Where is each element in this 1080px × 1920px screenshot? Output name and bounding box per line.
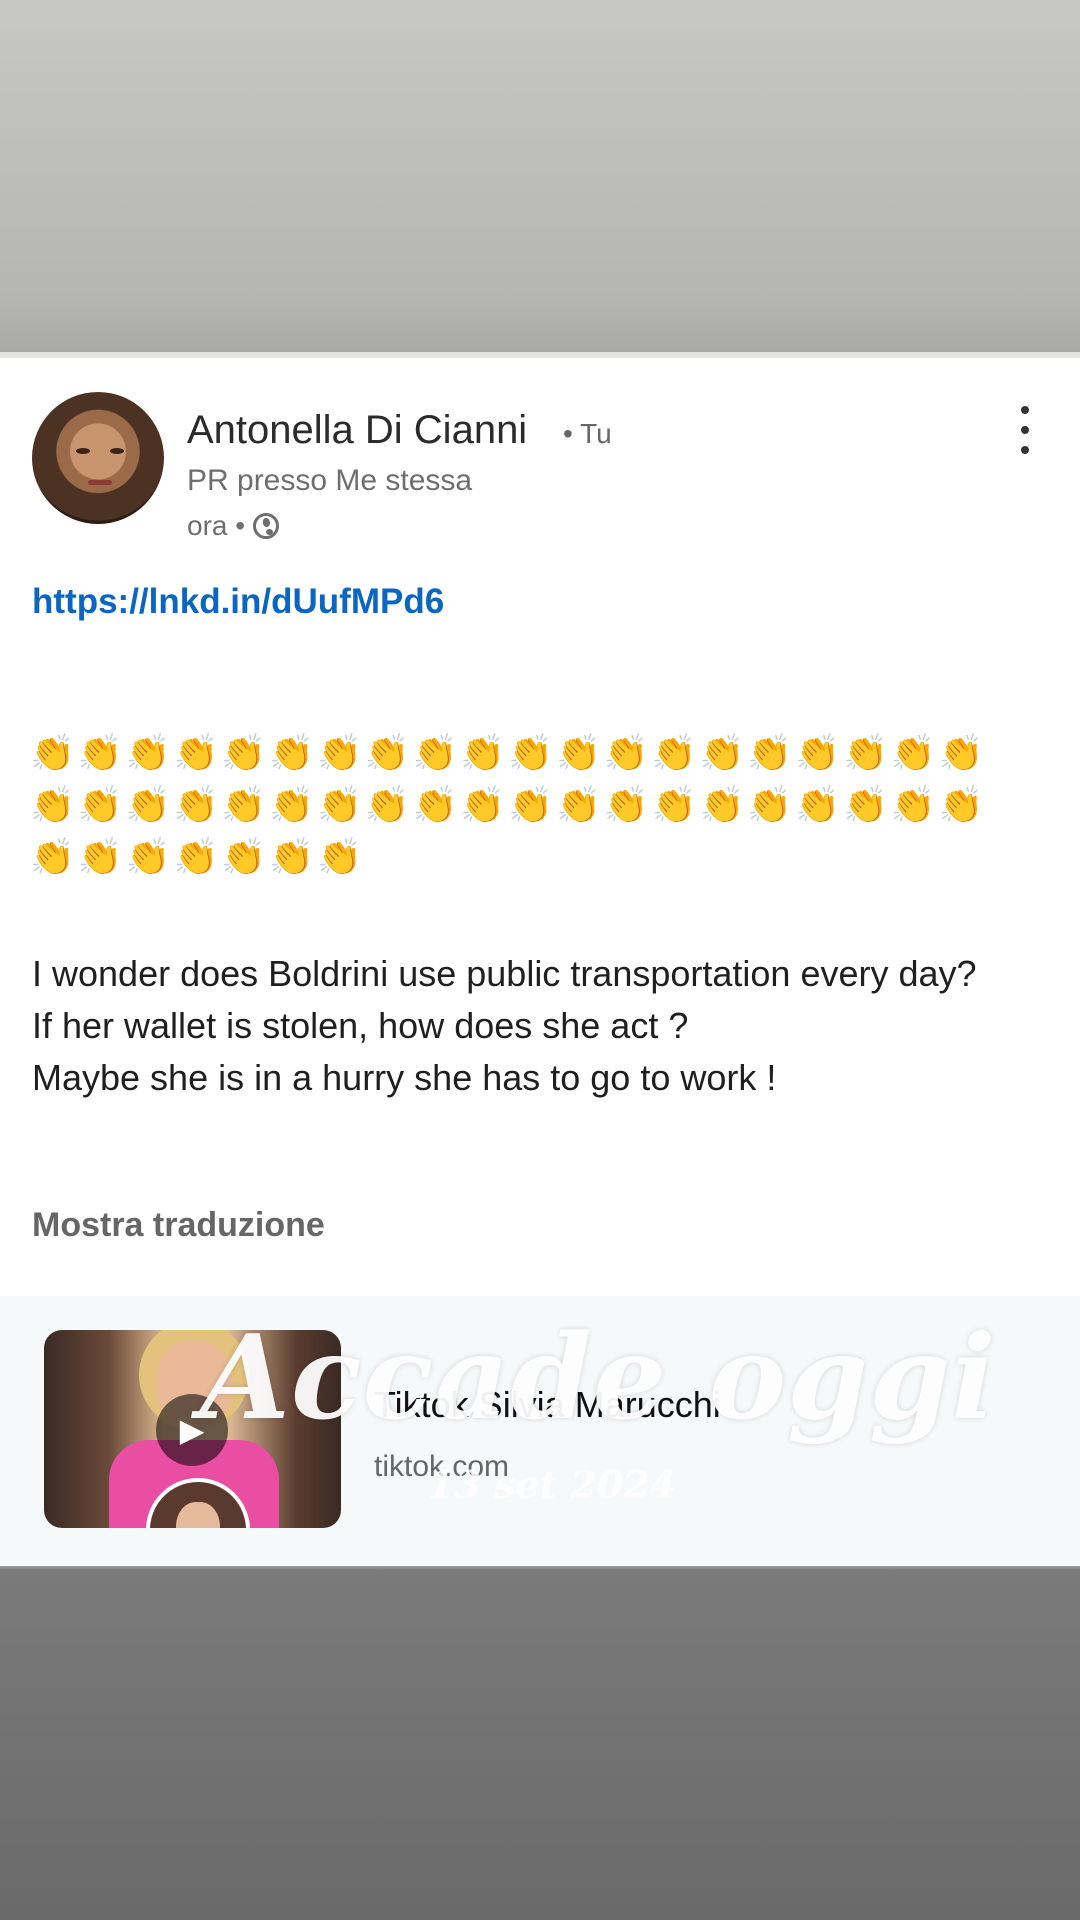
author-name[interactable]: Antonella Di Cianni (187, 408, 527, 453)
story-overlay-title: Accade oggi (200, 1310, 997, 1446)
author-headline: PR presso Me stessa (187, 464, 473, 497)
post-timestamp: ora • (187, 510, 246, 541)
post-link[interactable]: https://lnkd.in/dUufMPd6 (32, 582, 444, 622)
story-overlay-date: 13 set 2024 (428, 1462, 677, 1507)
author-you-badge: • Tu (563, 418, 612, 449)
post-line-2: If her wallet is stolen, how does she ac… (32, 1005, 689, 1046)
more-vertical-icon (1021, 406, 1029, 414)
more-options-button[interactable] (1010, 406, 1040, 454)
story-bottom-band (0, 1566, 1080, 1920)
post-body: I wonder does Boldrini use public transp… (32, 948, 1032, 1104)
story-top-band (0, 0, 1080, 352)
globe-icon (253, 513, 280, 539)
post-line-3: Maybe she is in a hurry she has to go to… (32, 1057, 777, 1098)
show-translation-button[interactable]: Mostra traduzione (32, 1206, 325, 1245)
post-line-1: I wonder does Boldrini use public transp… (32, 953, 977, 994)
author-avatar[interactable] (32, 392, 164, 524)
clap-emoji-text: 👏👏👏👏👏👏👏👏👏👏👏👏👏👏👏👏👏👏👏👏👏👏👏👏👏👏👏👏👏👏👏👏👏👏👏👏👏👏👏👏… (30, 733, 987, 878)
post-meta: ora • (187, 510, 280, 542)
